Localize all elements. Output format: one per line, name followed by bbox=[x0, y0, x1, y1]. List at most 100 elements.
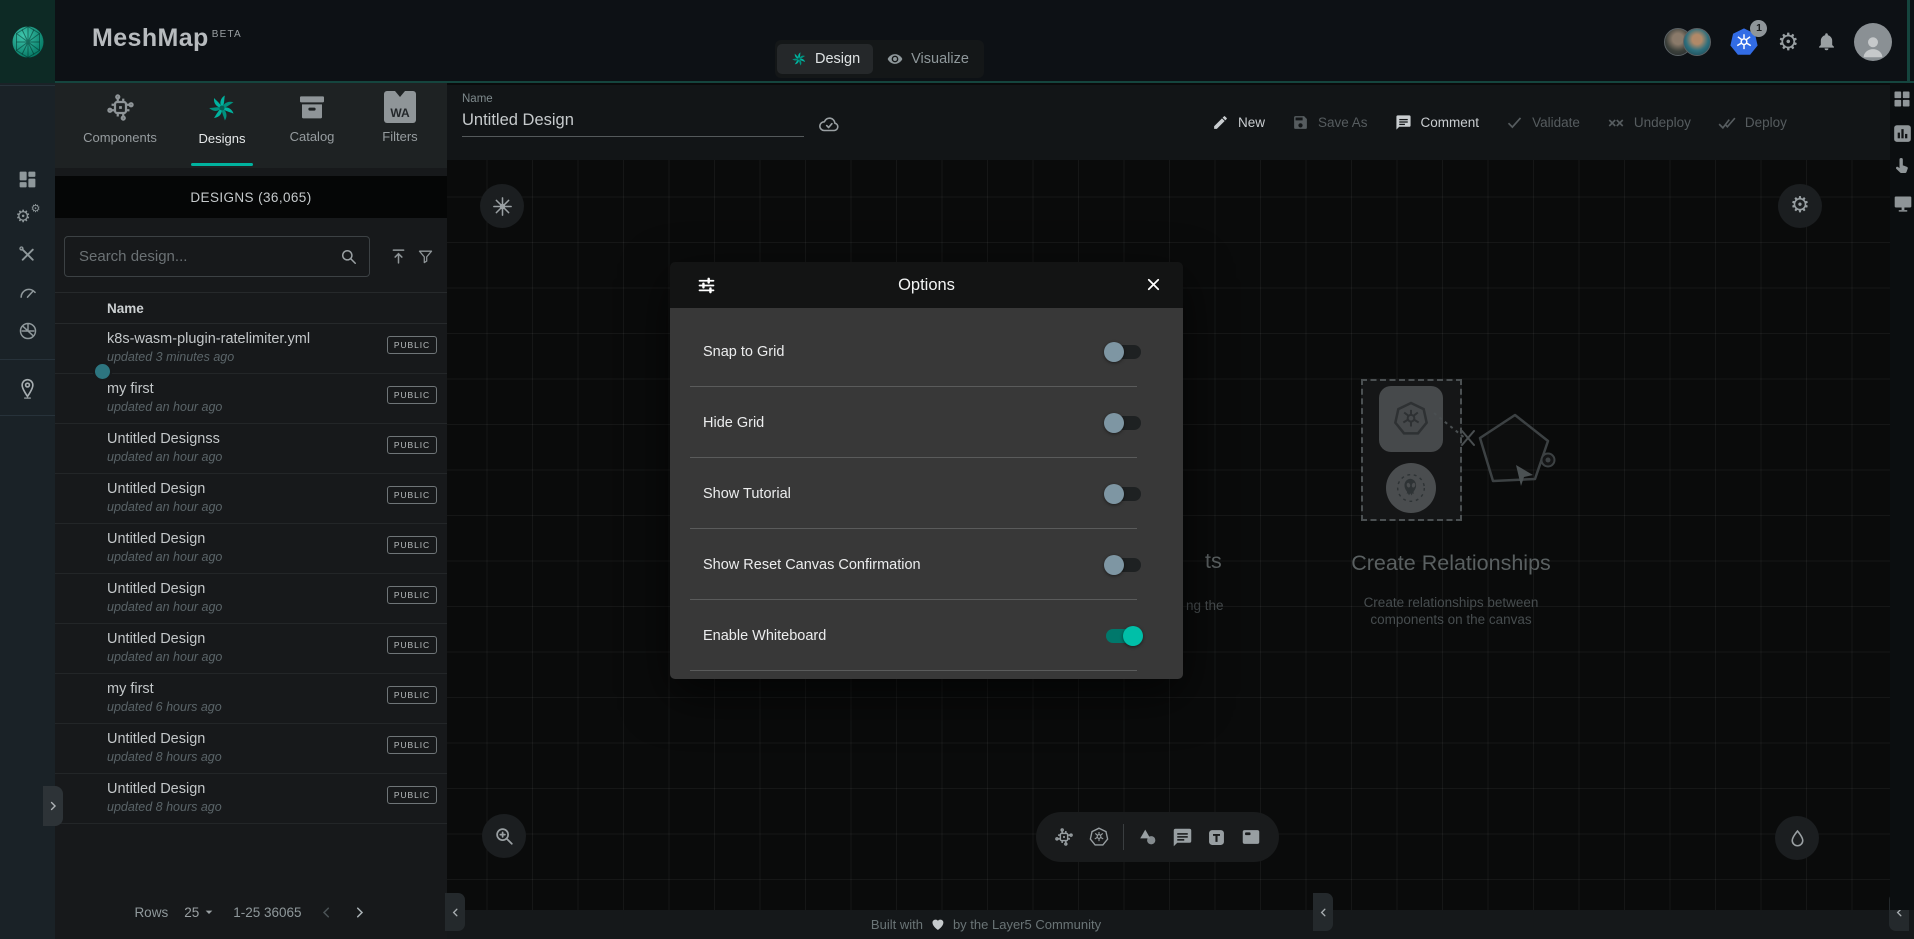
option-label: Hide Grid bbox=[703, 415, 764, 431]
freeze-layout-button[interactable] bbox=[480, 184, 524, 228]
design-updated: updated an hour ago bbox=[107, 500, 222, 514]
mesh-pie-icon bbox=[17, 320, 39, 342]
toggle-knob bbox=[1104, 413, 1124, 433]
save-as-button[interactable]: Save As bbox=[1292, 114, 1368, 131]
chevron-left-icon bbox=[1317, 906, 1330, 919]
heart-icon bbox=[930, 916, 946, 932]
page-size-select[interactable]: 25 bbox=[184, 904, 217, 920]
right-rail-metrics[interactable] bbox=[1892, 123, 1912, 144]
onboarding-caption: Create relationships between components … bbox=[1331, 594, 1571, 628]
toggle-enable-whiteboard[interactable] bbox=[1105, 626, 1142, 646]
user-avatar[interactable] bbox=[1854, 23, 1892, 61]
k8s-context-switcher[interactable]: 1 bbox=[1728, 26, 1760, 58]
design-name: k8s-wasm-plugin-ratelimiter.yml bbox=[107, 331, 310, 347]
double-check-icon bbox=[1718, 114, 1736, 132]
design-list-item[interactable]: Untitled Design updated 8 hours ago PUBL… bbox=[55, 724, 447, 774]
deploy-button[interactable]: Deploy bbox=[1718, 114, 1787, 132]
tab-filters[interactable]: WA Filters bbox=[355, 91, 445, 144]
design-list-item[interactable]: k8s-wasm-plugin-ratelimiter.yml updated … bbox=[55, 324, 447, 374]
visibility-badge: PUBLIC bbox=[387, 536, 437, 554]
tab-design-label: Design bbox=[815, 51, 860, 67]
toggle-show-tutorial[interactable] bbox=[1105, 484, 1142, 504]
sidebar-item-lifecycle[interactable]: ⚙⚙ bbox=[0, 205, 55, 229]
search-icon[interactable] bbox=[339, 247, 358, 266]
prev-page-button[interactable] bbox=[318, 904, 335, 921]
design-actions-toolbar: New Save As Comment Validate Undeploy De… bbox=[1212, 85, 1787, 160]
design-list-item[interactable]: Untitled Design updated an hour ago PUBL… bbox=[55, 624, 447, 674]
design-name: Untitled Design bbox=[107, 531, 205, 547]
design-updated: updated an hour ago bbox=[107, 600, 222, 614]
tab-catalog[interactable]: Catalog bbox=[267, 91, 357, 144]
visibility-badge: PUBLIC bbox=[387, 486, 437, 504]
import-design-icon[interactable] bbox=[389, 247, 408, 266]
bottom-panel-collapse-left[interactable] bbox=[445, 893, 465, 931]
new-button[interactable]: New bbox=[1212, 114, 1265, 131]
design-list-item[interactable]: my first updated 6 hours ago PUBLIC bbox=[55, 674, 447, 724]
design-name: my first bbox=[107, 681, 154, 697]
design-list-item[interactable]: Untitled Design updated an hour ago PUBL… bbox=[55, 474, 447, 524]
tab-designs[interactable]: Designs bbox=[177, 91, 267, 146]
footer-credit: Built with by the Layer5 Community bbox=[871, 916, 1101, 932]
canvas-options-button[interactable]: ⚙ bbox=[1778, 184, 1822, 228]
bar-chart-icon bbox=[1892, 123, 1913, 144]
layer5-logo[interactable] bbox=[0, 0, 55, 83]
design-name: Untitled Design bbox=[107, 481, 205, 497]
chevron-right-icon bbox=[46, 799, 60, 813]
design-name-input[interactable] bbox=[462, 111, 804, 137]
canvas-tools-dock bbox=[1036, 812, 1279, 862]
collaborator-avatar-2[interactable] bbox=[1683, 28, 1711, 56]
close-icon[interactable] bbox=[1144, 275, 1163, 294]
design-list: k8s-wasm-plugin-ratelimiter.yml updated … bbox=[55, 324, 447, 824]
rail-expand-button[interactable] bbox=[43, 786, 63, 826]
caret-down-icon bbox=[201, 904, 217, 920]
right-nav-rail bbox=[1890, 83, 1914, 910]
undeploy-button[interactable]: Undeploy bbox=[1607, 114, 1691, 132]
sidebar-item-performance[interactable] bbox=[0, 282, 55, 304]
visibility-badge: PUBLIC bbox=[387, 686, 437, 704]
right-rail-dashboard[interactable] bbox=[1892, 89, 1912, 109]
add-component-tool[interactable] bbox=[1053, 826, 1075, 848]
sidebar-item-meshmap[interactable] bbox=[0, 376, 55, 401]
sidebar-item-configuration[interactable] bbox=[0, 244, 55, 265]
k8s-context-count-badge: 1 bbox=[1750, 20, 1767, 37]
cloud-saved-icon bbox=[817, 113, 841, 137]
kubernetes-tool[interactable] bbox=[1088, 826, 1110, 848]
media-tool[interactable] bbox=[1240, 826, 1262, 848]
toggle-show-reset-canvas-confirmation[interactable] bbox=[1105, 555, 1142, 575]
eyedropper-button[interactable] bbox=[1775, 816, 1819, 860]
design-name: Untitled Design bbox=[107, 581, 205, 597]
list-column-header: Name bbox=[55, 292, 447, 324]
tab-design[interactable]: Design bbox=[777, 44, 873, 74]
design-list-item[interactable]: Untitled Design updated an hour ago PUBL… bbox=[55, 524, 447, 574]
design-list-item[interactable]: Untitled Design updated an hour ago PUBL… bbox=[55, 574, 447, 624]
text-tool[interactable] bbox=[1206, 827, 1227, 848]
zoom-in-button[interactable] bbox=[482, 814, 526, 858]
bottom-panel-collapse-mid[interactable] bbox=[1313, 893, 1333, 931]
shapes-tool[interactable] bbox=[1137, 826, 1159, 848]
collaborator-avatars[interactable] bbox=[1664, 28, 1711, 56]
design-list-item[interactable]: my first updated an hour ago PUBLIC bbox=[55, 374, 447, 424]
toggle-snap-to-grid[interactable] bbox=[1105, 342, 1142, 362]
comment-tool[interactable] bbox=[1172, 827, 1193, 848]
validate-button[interactable]: Validate bbox=[1506, 114, 1580, 131]
toggle-hide-grid[interactable] bbox=[1105, 413, 1142, 433]
search-input[interactable] bbox=[64, 236, 370, 277]
next-page-button[interactable] bbox=[351, 904, 368, 921]
filter-icon[interactable] bbox=[417, 248, 434, 265]
right-rail-interact[interactable] bbox=[1892, 155, 1912, 176]
options-modal-body: Snap to Grid Hide Grid Show Tutorial Sho… bbox=[670, 308, 1183, 679]
sidebar-item-service-mesh[interactable] bbox=[0, 320, 55, 342]
notifications-bell-icon[interactable] bbox=[1816, 31, 1837, 52]
design-list-item[interactable]: Untitled Designss updated an hour ago PU… bbox=[55, 424, 447, 474]
design-list-item[interactable]: Untitled Design updated 8 hours ago PUBL… bbox=[55, 774, 447, 824]
design-updated: updated an hour ago bbox=[107, 400, 222, 414]
comment-button[interactable]: Comment bbox=[1395, 114, 1480, 131]
catalog-archive-icon bbox=[296, 91, 328, 123]
right-rail-display[interactable] bbox=[1892, 193, 1912, 214]
tab-visualize[interactable]: Visualize bbox=[873, 44, 982, 74]
settings-gear-icon[interactable]: ⚙ bbox=[1777, 30, 1799, 54]
rail-divider bbox=[0, 415, 55, 416]
sidebar-item-dashboard[interactable] bbox=[0, 169, 55, 190]
design-updated: updated 8 hours ago bbox=[107, 750, 222, 764]
tab-components[interactable]: Components bbox=[75, 91, 165, 145]
